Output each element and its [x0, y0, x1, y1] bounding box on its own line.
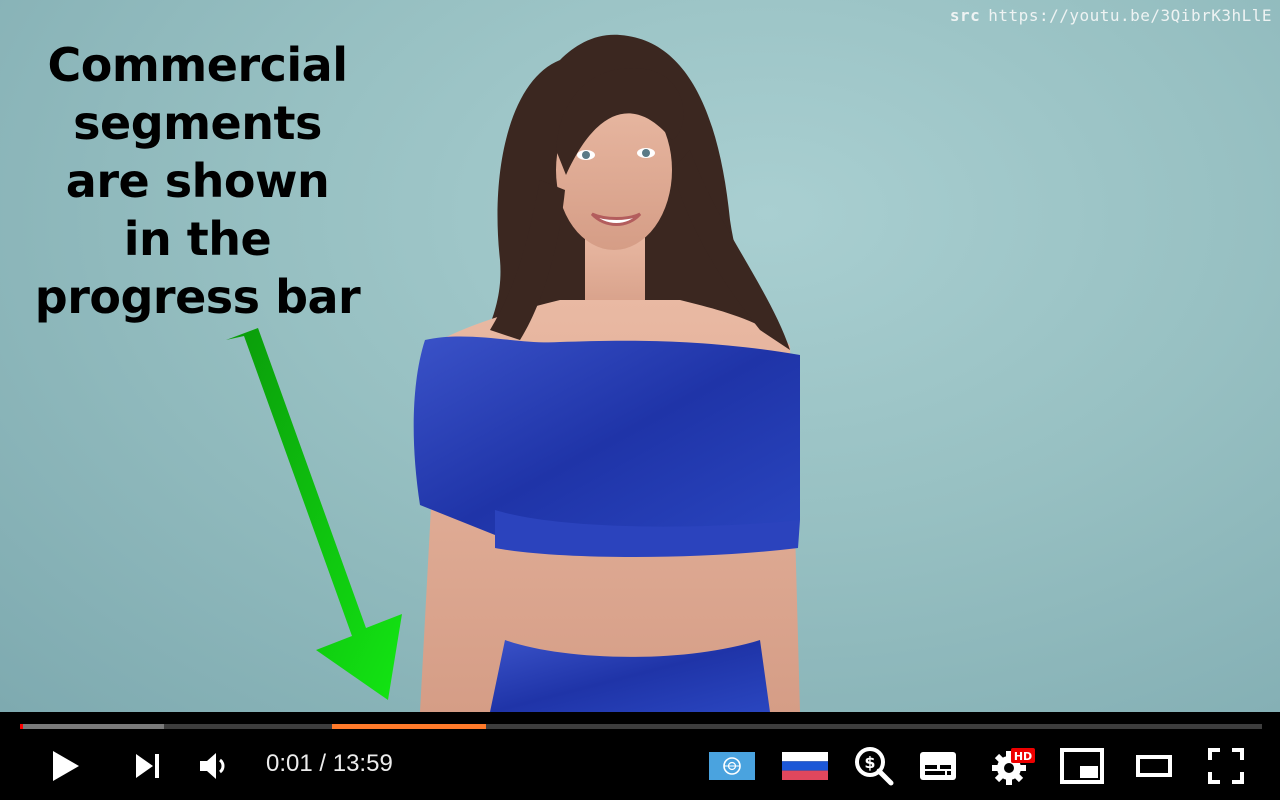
miniplayer-button[interactable]	[1058, 746, 1106, 786]
time-separator: /	[319, 750, 327, 777]
time-display: 0:01 / 13:59	[266, 750, 393, 778]
ru-flag-button[interactable]	[780, 750, 830, 782]
miniplayer-icon	[1060, 748, 1104, 784]
volume-icon	[200, 753, 225, 779]
annotation-line: in the	[123, 212, 272, 266]
source-url: https://youtu.be/3QibrK3hLlE	[988, 6, 1272, 25]
volume-button[interactable]	[192, 744, 236, 788]
duration: 13:59	[332, 750, 393, 777]
ru-flag-icon	[782, 752, 828, 780]
un-flag-button[interactable]	[708, 750, 756, 782]
fullscreen-button[interactable]	[1204, 744, 1248, 788]
play-button[interactable]	[44, 744, 88, 788]
video-frame[interactable]: src https://youtu.be/3QibrK3hLlE Commerci…	[0, 0, 1280, 712]
fullscreen-icon	[1208, 748, 1244, 784]
source-label: src https://youtu.be/3QibrK3hLlE	[950, 6, 1272, 25]
source-key: src	[949, 6, 981, 25]
annotation-line: are shown	[65, 154, 330, 208]
played-bar	[20, 724, 23, 729]
buffer-bar	[20, 724, 165, 729]
hd-badge: HD	[1014, 750, 1032, 763]
subtitles-icon	[920, 752, 956, 780]
subtitles-button[interactable]	[916, 748, 960, 784]
next-button[interactable]	[126, 744, 170, 788]
current-time: 0:01	[266, 750, 313, 777]
annotation-line: progress bar	[34, 270, 361, 324]
player-controls: 0:01 / 13:59 $ HD	[0, 712, 1280, 800]
un-flag-icon	[709, 752, 755, 780]
annotation-line: segments	[73, 96, 322, 150]
theater-button[interactable]	[1132, 748, 1176, 784]
settings-icon: HD	[992, 748, 1035, 785]
sponsor-search-button[interactable]: $	[850, 744, 898, 788]
play-icon	[53, 751, 79, 781]
annotation-text: Commercial segments are shown in the pro…	[30, 36, 365, 326]
svg-text:$: $	[864, 753, 875, 772]
sponsor-segment	[331, 724, 486, 729]
next-icon	[136, 754, 159, 778]
annotation-line: Commercial	[47, 38, 348, 92]
progress-bar[interactable]	[20, 724, 1262, 729]
theater-icon	[1136, 755, 1172, 777]
dollar-search-icon: $	[855, 747, 894, 786]
settings-button[interactable]: HD	[988, 744, 1038, 788]
